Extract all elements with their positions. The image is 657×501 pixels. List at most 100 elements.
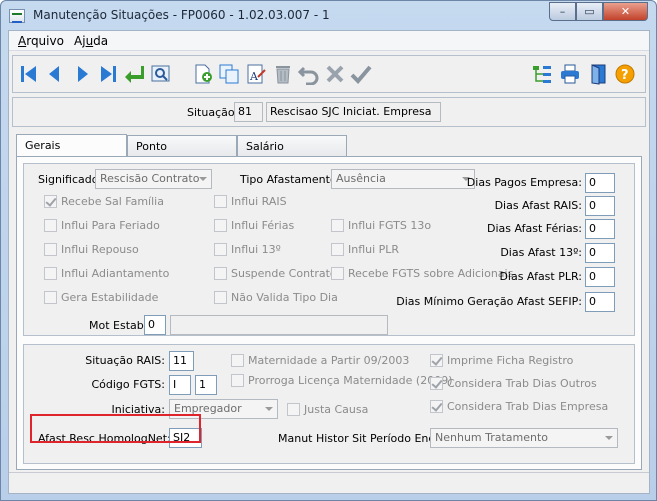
checkbox: [214, 219, 227, 232]
check-influi-fgts-13o[interactable]: Influi FGTS 13o: [331, 219, 431, 232]
first-record-button[interactable]: [17, 62, 41, 86]
check-label: Considera Trab Dias Empresa: [447, 400, 609, 413]
print-button[interactable]: [558, 62, 582, 86]
check-maternidade-09-2003[interactable]: Maternidade a Partir 09/2003: [231, 354, 409, 367]
dias-afast-rais-label: Dias Afast RAIS:: [494, 199, 582, 212]
menu-ajuda-label-tail: da: [93, 34, 109, 48]
goto-button[interactable]: [123, 62, 147, 86]
check-label: Recebe FGTS sobre Adicionais: [348, 267, 514, 280]
help-button[interactable]: ?: [613, 62, 637, 86]
tab-ponto[interactable]: Ponto: [127, 135, 237, 157]
last-record-button[interactable]: [96, 62, 120, 86]
highlight-box: [30, 414, 201, 443]
situacao-description-field[interactable]: Rescisao SJC Iniciat. Empresa: [266, 102, 441, 122]
check-considera-dias-empresa[interactable]: Considera Trab Dias Empresa: [430, 400, 608, 413]
menu-ajuda[interactable]: Ajuda: [74, 34, 108, 48]
dias-minimo-sefip-field[interactable]: 0: [585, 292, 615, 312]
checkbox: [214, 291, 227, 304]
check-gera-estabilidade[interactable]: Gera Estabilidade: [44, 291, 158, 304]
previous-icon: [49, 66, 59, 82]
check-suspende-contrato[interactable]: Suspende Contrato: [214, 267, 337, 280]
exit-icon: [591, 64, 606, 85]
checkbox: [44, 291, 57, 304]
undo-icon: [298, 66, 319, 85]
checkbox: [331, 267, 344, 280]
check-considera-dias-outros[interactable]: Considera Trab Dias Outros: [430, 377, 597, 390]
tree-button[interactable]: [530, 62, 554, 86]
check-influi-repouso[interactable]: Influi Repouso: [44, 243, 139, 256]
dias-pagos-empresa-label: Dias Pagos Empresa:: [466, 176, 582, 189]
last-icon: [101, 66, 116, 82]
edit-button[interactable]: A: [244, 62, 268, 86]
dias-afast-rais-field[interactable]: 0: [585, 196, 615, 216]
new-button[interactable]: [191, 62, 215, 86]
save-button[interactable]: [349, 62, 373, 86]
next-record-button[interactable]: [70, 62, 94, 86]
codigo-fgts-field-2[interactable]: 1: [195, 375, 217, 395]
print-icon: [561, 64, 579, 84]
checkbox: [44, 267, 57, 280]
dias-afast-13-field[interactable]: 0: [585, 243, 615, 263]
close-button[interactable]: ✕: [603, 2, 648, 21]
situacao-rais-field[interactable]: 11: [169, 351, 194, 371]
previous-record-button[interactable]: [43, 62, 67, 86]
codigo-fgts-field-1[interactable]: I: [169, 375, 191, 395]
checkbox: [44, 219, 57, 232]
goto-icon: [125, 66, 144, 83]
help-icon: ?: [615, 64, 635, 84]
minimize-button[interactable]: –: [549, 2, 576, 21]
check-label: Não Valida Tipo Dia: [231, 291, 338, 304]
check-recebe-fgts-adicionais[interactable]: Recebe FGTS sobre Adicionais: [331, 267, 513, 280]
situacao-label: Situação:: [187, 106, 239, 119]
cancel-button[interactable]: [323, 62, 347, 86]
mot-estab-label: Mot Estab:: [89, 319, 148, 332]
application-window: Manutenção Situações - FP0060 - 1.02.03.…: [0, 0, 657, 501]
check-influi-adiantamento[interactable]: Influi Adiantamento: [44, 267, 169, 280]
manut-histor-select[interactable]: Nenhum Tratamento: [430, 428, 618, 448]
checkbox: [231, 354, 244, 367]
manut-histor-value: Nenhum Tratamento: [435, 431, 549, 444]
tab-gerais[interactable]: Gerais: [16, 134, 127, 158]
checkbox-checked: [430, 354, 443, 367]
check-label: Maternidade a Partir 09/2003: [248, 354, 410, 367]
dias-afast-ferias-field[interactable]: 0: [585, 219, 615, 239]
check-label: Considera Trab Dias Outros: [447, 377, 597, 390]
svg-text:?: ?: [621, 68, 629, 83]
dias-afast-plr-field[interactable]: 0: [585, 267, 615, 287]
check-influi-plr[interactable]: Influi PLR: [331, 243, 399, 256]
check-label: Influi 13º: [231, 243, 281, 256]
check-justa-causa[interactable]: Justa Causa: [287, 403, 368, 416]
search-button[interactable]: [149, 62, 173, 86]
menu-ajuda-label-a: A: [74, 34, 83, 48]
checkbox: [214, 195, 227, 208]
check-nao-valida-tipo-dia[interactable]: Não Valida Tipo Dia: [214, 291, 338, 304]
tab-salario[interactable]: Salário: [237, 135, 347, 157]
check-influi-feriado[interactable]: Influi Para Feriado: [44, 219, 160, 232]
check-label: Influi PLR: [348, 243, 400, 256]
check-influi-rais[interactable]: Influi RAIS: [214, 195, 287, 208]
check-imprime-ficha[interactable]: Imprime Ficha Registro: [430, 354, 573, 367]
tipo-afastamento-select[interactable]: Ausência: [331, 169, 475, 189]
window-title: Manutenção Situações - FP0060 - 1.02.03.…: [33, 8, 330, 22]
copy-button[interactable]: [217, 62, 241, 86]
check-influi-13[interactable]: Influi 13º: [214, 243, 281, 256]
undo-button[interactable]: [297, 62, 321, 86]
check-prorroga-licenca[interactable]: Prorroga Licença Maternidade (2009): [231, 374, 452, 387]
significado-label: Significado:: [38, 173, 103, 186]
dias-afast-plr-label: Dias Afast PLR:: [499, 270, 582, 283]
tipo-afastamento-value: Ausência: [336, 172, 386, 185]
chevron-down-icon: [265, 407, 273, 411]
significado-select[interactable]: Rescisão Contrato: [95, 169, 212, 189]
toolbar: A ?: [12, 55, 646, 93]
dias-pagos-empresa-field[interactable]: 0: [585, 173, 615, 193]
menu-arquivo[interactable]: Arquivo: [18, 34, 64, 48]
exit-button[interactable]: [586, 62, 610, 86]
check-recebe-sal-familia[interactable]: Recebe Sal Família: [44, 195, 164, 208]
mot-estab-code-field[interactable]: 0: [144, 315, 166, 335]
situacao-code-field[interactable]: 81: [234, 102, 263, 122]
situacao-panel: Situação: 81 Rescisao SJC Iniciat. Empre…: [12, 97, 646, 127]
save-icon: [350, 65, 372, 84]
delete-button[interactable]: [271, 62, 295, 86]
maximize-button[interactable]: ▭: [576, 2, 603, 21]
check-influi-ferias[interactable]: Influi Férias: [214, 219, 294, 232]
